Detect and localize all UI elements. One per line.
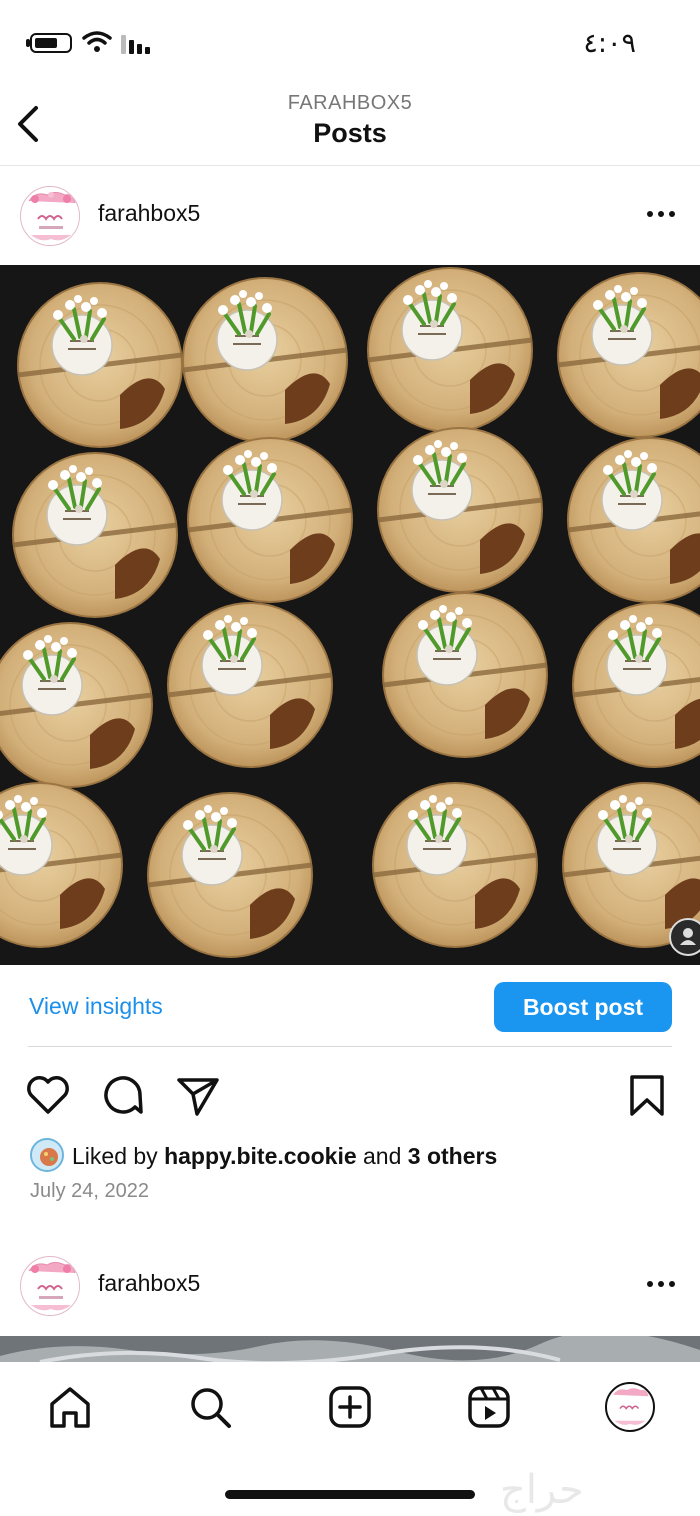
liker-avatar[interactable] — [30, 1138, 64, 1172]
status-bar: ٤:٠٩ — [0, 0, 700, 84]
signal-icon — [121, 35, 150, 54]
wifi-icon — [82, 31, 112, 52]
bookmark-icon[interactable] — [624, 1072, 670, 1118]
next-post-image[interactable] — [0, 1336, 700, 1362]
view-insights-link[interactable]: View insights — [29, 993, 163, 1020]
divider — [28, 1046, 672, 1047]
post-date: July 24, 2022 — [30, 1180, 149, 1202]
comment-icon[interactable] — [100, 1072, 146, 1118]
reels-icon[interactable] — [466, 1384, 512, 1430]
liker-username[interactable]: happy.bite.cookie — [164, 1143, 357, 1169]
more-horizontal-icon[interactable] — [644, 204, 678, 224]
status-time: ٤:٠٩ — [583, 28, 636, 59]
home-icon[interactable] — [47, 1384, 93, 1430]
next-post-header: farahbox5 — [0, 1236, 700, 1336]
post-username[interactable]: farahbox5 — [98, 200, 200, 227]
post-header: farahbox5 — [0, 166, 700, 266]
post-username[interactable]: farahbox5 — [98, 1270, 200, 1297]
likes-summary: Liked by happy.bite.cookie and 3 others — [72, 1143, 498, 1169]
post-actions — [0, 1064, 700, 1124]
likes-row: Liked by happy.bite.cookie and 3 others — [30, 1138, 680, 1174]
likes-others-link[interactable]: 3 others — [408, 1143, 497, 1169]
home-indicator — [225, 1490, 475, 1499]
more-horizontal-icon[interactable] — [644, 1274, 678, 1294]
post-image[interactable] — [0, 265, 700, 965]
page-title: Posts — [313, 118, 387, 148]
insights-row: View insights Boost post — [0, 965, 700, 1049]
watermark: حراج — [500, 1467, 584, 1513]
boost-post-button[interactable]: Boost post — [494, 982, 672, 1032]
bottom-nav: حراج — [0, 1362, 700, 1516]
page-header: FARAHBOX5 Posts — [0, 84, 700, 166]
search-icon[interactable] — [187, 1384, 233, 1430]
avatar[interactable] — [20, 1256, 80, 1316]
profile-avatar[interactable] — [605, 1382, 655, 1432]
account-name: FARAHBOX5 — [287, 92, 413, 114]
avatar[interactable] — [20, 186, 80, 246]
heart-icon[interactable] — [25, 1072, 71, 1118]
post-photo — [0, 265, 700, 965]
battery-icon — [30, 33, 72, 53]
send-icon[interactable] — [175, 1072, 221, 1118]
plus-square-icon[interactable] — [327, 1384, 373, 1430]
